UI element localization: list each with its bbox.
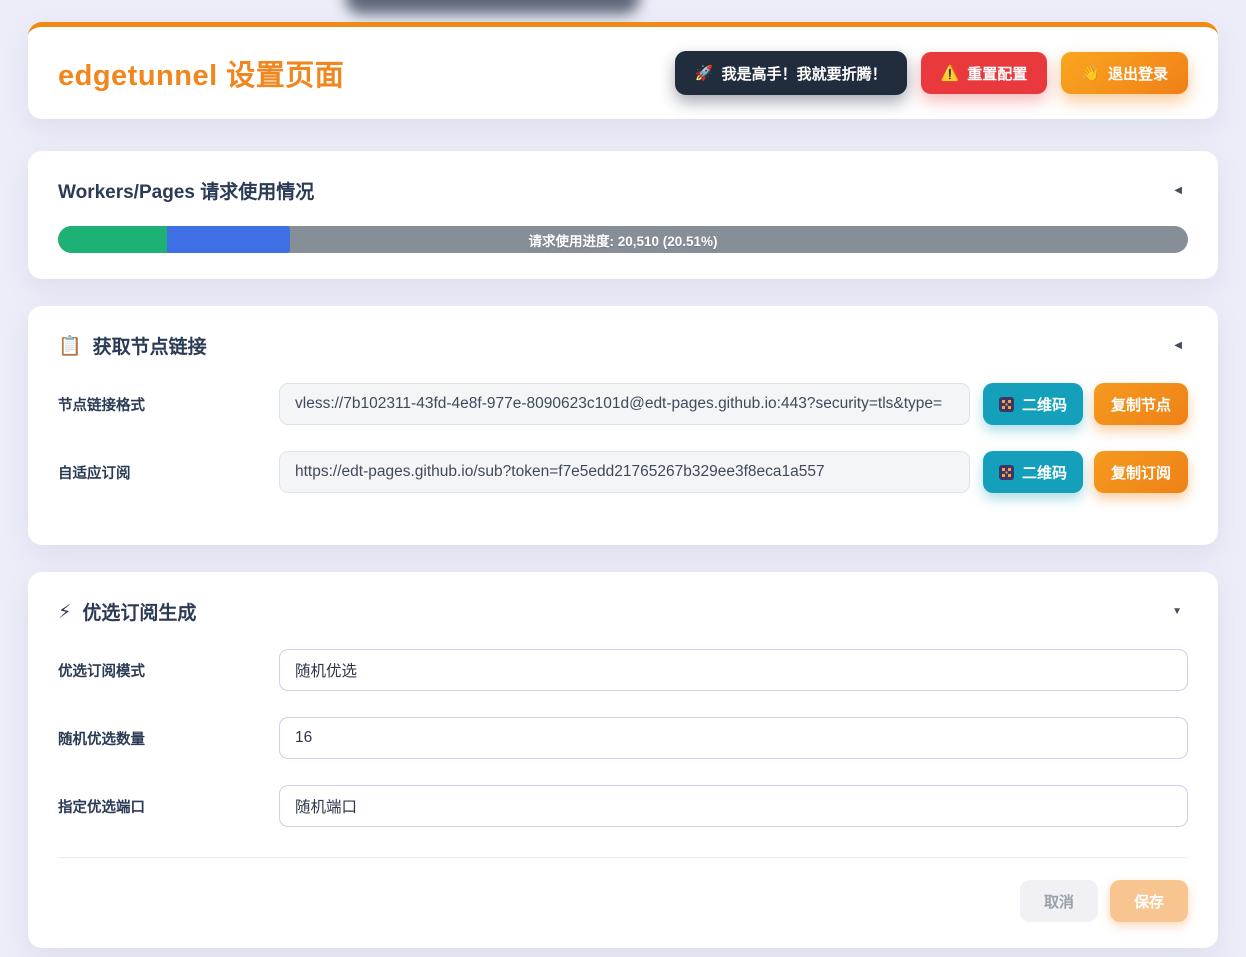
header-card: edgetunnel 设置页面 🚀 我是高手！我就要折腾！ ⚠️ 重置配置 👋 … xyxy=(28,22,1218,119)
usage-card-head: Workers/Pages 请求使用情况 ◀ xyxy=(58,177,1188,204)
links-title-text: 获取节点链接 xyxy=(93,332,207,359)
links-card-head: 📋 获取节点链接 ◀ xyxy=(58,332,1188,359)
logout-label: 退出登录 xyxy=(1108,63,1168,84)
qr-code-icon xyxy=(999,397,1014,412)
warning-icon: ⚠️ xyxy=(941,64,960,82)
subscription-rows: 优选订阅模式 随机优选数量 指定优选端口 xyxy=(58,649,1188,827)
cancel-button[interactable]: 取消 xyxy=(1020,880,1098,922)
links-card-title: 📋 获取节点链接 xyxy=(58,332,207,359)
expert-mode-label: 我是高手！我就要折腾！ xyxy=(722,63,887,84)
copy-subscription-button[interactable]: 复制订阅 xyxy=(1094,451,1188,493)
usage-card: Workers/Pages 请求使用情况 ◀ 请求使用进度: 20,510 (2… xyxy=(28,151,1218,279)
expert-mode-button[interactable]: 🚀 我是高手！我就要折腾！ xyxy=(675,51,907,95)
collapse-left-icon[interactable]: ◀ xyxy=(1168,337,1188,355)
links-rows: 节点链接格式 二维码 复制节点 自适应订阅 xyxy=(58,383,1188,493)
wave-hand-icon: 👋 xyxy=(1081,64,1100,82)
preferred-subscription-card: ⚡ 优选订阅生成 ▼ 优选订阅模式 随机优选数量 指定优选端口 取消 保存 xyxy=(28,572,1218,948)
preferred-mode-row: 优选订阅模式 xyxy=(58,649,1188,691)
reset-config-label: 重置配置 xyxy=(967,63,1027,84)
logout-button[interactable]: 👋 退出登录 xyxy=(1061,52,1188,94)
collapse-down-icon[interactable]: ▼ xyxy=(1166,603,1188,621)
node-qr-label: 二维码 xyxy=(1022,394,1067,415)
node-qr-button[interactable]: 二维码 xyxy=(983,383,1083,425)
preferred-mode-label: 优选订阅模式 xyxy=(58,660,279,681)
reset-config-button[interactable]: ⚠️ 重置配置 xyxy=(921,52,1048,94)
header-actions: 🚀 我是高手！我就要折腾！ ⚠️ 重置配置 👋 退出登录 xyxy=(675,51,1188,95)
copy-node-button[interactable]: 复制节点 xyxy=(1094,383,1188,425)
random-count-row: 随机优选数量 xyxy=(58,717,1188,759)
page-title: edgetunnel 设置页面 xyxy=(58,52,344,94)
usage-card-title: Workers/Pages 请求使用情况 xyxy=(58,177,314,204)
lightning-icon: ⚡ xyxy=(58,601,71,623)
random-count-label: 随机优选数量 xyxy=(58,728,279,749)
node-links-card: 📋 获取节点链接 ◀ 节点链接格式 二维码 复制节点 自适 xyxy=(28,306,1218,545)
settings-page: edgetunnel 设置页面 🚀 我是高手！我就要折腾！ ⚠️ 重置配置 👋 … xyxy=(0,0,1246,948)
subscription-card-footer: 取消 保存 xyxy=(58,857,1188,922)
save-button[interactable]: 保存 xyxy=(1110,880,1188,922)
subscription-link-row: 自适应订阅 二维码 复制订阅 xyxy=(58,451,1188,493)
copy-subscription-label: 复制订阅 xyxy=(1111,462,1171,483)
preferred-port-label: 指定优选端口 xyxy=(58,796,279,817)
copy-node-label: 复制节点 xyxy=(1111,394,1171,415)
subscription-qr-label: 二维码 xyxy=(1022,462,1067,483)
qr-code-icon xyxy=(999,465,1014,480)
subscription-link-input[interactable] xyxy=(279,451,970,493)
random-count-input[interactable] xyxy=(279,717,1188,759)
subscription-title-text: 优选订阅生成 xyxy=(82,598,196,625)
preferred-mode-select[interactable] xyxy=(279,649,1188,691)
preferred-port-row: 指定优选端口 xyxy=(58,785,1188,827)
subscription-card-title: ⚡ 优选订阅生成 xyxy=(58,598,196,625)
collapse-left-icon[interactable]: ◀ xyxy=(1168,182,1188,200)
usage-progress: 请求使用进度: 20,510 (20.51%) xyxy=(58,226,1188,253)
subscription-link-label: 自适应订阅 xyxy=(58,462,279,483)
node-link-label: 节点链接格式 xyxy=(58,394,279,415)
subscription-qr-button[interactable]: 二维码 xyxy=(983,451,1083,493)
progress-label: 请求使用进度: 20,510 (20.51%) xyxy=(58,226,1188,253)
subscription-card-head: ⚡ 优选订阅生成 ▼ xyxy=(58,598,1188,625)
node-link-input[interactable] xyxy=(279,383,970,425)
progress-track: 请求使用进度: 20,510 (20.51%) xyxy=(58,226,1188,253)
rocket-icon: 🚀 xyxy=(695,64,714,82)
preferred-port-input[interactable] xyxy=(279,785,1188,827)
node-link-row: 节点链接格式 二维码 复制节点 xyxy=(58,383,1188,425)
clipboard-icon: 📋 xyxy=(58,334,82,357)
